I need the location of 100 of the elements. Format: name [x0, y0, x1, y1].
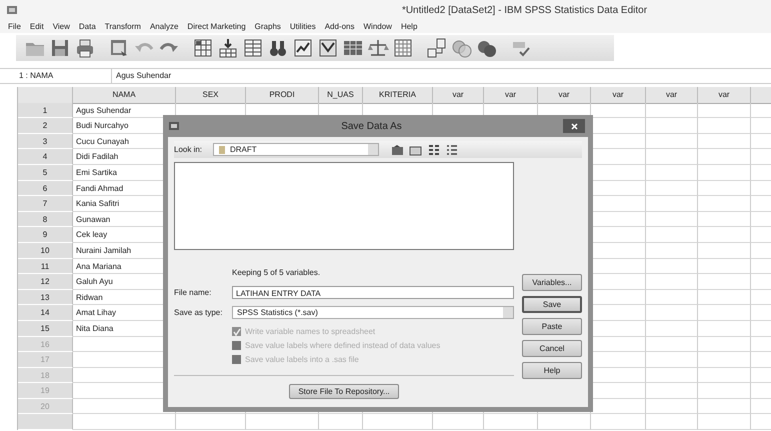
table-cell[interactable] — [698, 180, 751, 196]
table-cell[interactable] — [646, 149, 698, 165]
table-cell[interactable] — [646, 102, 698, 118]
dialog-button[interactable]: Variables... — [522, 274, 582, 291]
table-cell[interactable] — [698, 352, 751, 368]
column-header[interactable]: N_UAS — [319, 87, 363, 104]
table-cell[interactable] — [646, 242, 698, 259]
table-cell[interactable] — [646, 258, 698, 274]
row-number[interactable]: 8 — [18, 212, 73, 228]
table-cell[interactable] — [646, 336, 698, 352]
menu-item[interactable]: Graphs — [254, 22, 281, 31]
table-cell[interactable] — [698, 242, 751, 259]
grid-chart-icon[interactable] — [292, 37, 314, 59]
save-icon[interactable] — [49, 37, 71, 59]
menu-item[interactable]: Add-ons — [324, 22, 354, 31]
list-view-icon[interactable] — [426, 142, 441, 156]
menu-item[interactable]: Transform — [104, 22, 141, 31]
table-cell[interactable] — [698, 227, 751, 243]
column-header[interactable]: var — [698, 87, 751, 104]
table-cell[interactable] — [246, 414, 319, 430]
table-cell[interactable] — [698, 320, 751, 336]
store-button[interactable]: Store File To Repository... — [289, 384, 399, 399]
table-cell[interactable] — [646, 290, 698, 306]
column-header[interactable]: SEX — [176, 87, 246, 104]
table-cell[interactable] — [698, 383, 751, 399]
menu-item[interactable]: View — [52, 22, 70, 31]
row-number[interactable]: 13 — [18, 290, 73, 306]
column-header[interactable]: KRITERIA — [363, 87, 433, 104]
table-cell[interactable] — [698, 336, 751, 352]
table-cell[interactable] — [698, 414, 751, 430]
corner-cell[interactable] — [18, 87, 73, 104]
table-cell[interactable] — [176, 414, 246, 430]
file-list[interactable] — [174, 162, 514, 250]
row-number[interactable]: 7 — [18, 196, 73, 212]
row-number[interactable]: 4 — [18, 149, 73, 165]
table-cell[interactable] — [698, 305, 751, 321]
row-number[interactable]: 6 — [18, 180, 73, 196]
table-cell[interactable] — [646, 212, 698, 228]
table-cell[interactable] — [646, 164, 698, 181]
grid-icon[interactable] — [392, 37, 414, 59]
table-cell[interactable] — [484, 414, 538, 430]
table-cell[interactable] — [646, 196, 698, 212]
table-cell[interactable] — [538, 414, 591, 430]
table-cell[interactable] — [646, 134, 698, 150]
close-button[interactable] — [563, 119, 585, 133]
columns-icon[interactable] — [242, 37, 264, 59]
column-header[interactable]: var — [538, 87, 591, 104]
row-number[interactable]: 2 — [18, 118, 73, 134]
table-cell[interactable] — [698, 212, 751, 228]
table-cell[interactable] — [698, 290, 751, 306]
menu-item[interactable]: File — [8, 22, 21, 31]
table-cell[interactable] — [646, 180, 698, 196]
row-number[interactable]: 9 — [18, 227, 73, 243]
up-folder-icon[interactable] — [390, 142, 405, 156]
column-header[interactable]: PRODI — [246, 87, 319, 104]
table-cell[interactable] — [698, 368, 751, 384]
row-number[interactable]: 3 — [18, 134, 73, 150]
menu-item[interactable]: Direct Marketing — [187, 22, 246, 31]
scale-icon[interactable] — [367, 37, 389, 59]
table-cell[interactable] — [363, 414, 433, 430]
menu-item[interactable]: Help — [400, 22, 418, 31]
details-view-icon[interactable] — [444, 142, 459, 156]
column-header[interactable]: var — [591, 87, 646, 104]
row-number[interactable]: 1 — [18, 102, 73, 118]
table-cell[interactable] — [591, 414, 646, 430]
menu-item[interactable]: Utilities — [290, 22, 316, 31]
table-cell[interactable] — [698, 118, 751, 134]
table-cell[interactable] — [698, 196, 751, 212]
table-cell[interactable] — [698, 258, 751, 274]
table-cell[interactable] — [646, 368, 698, 384]
table-cell[interactable] — [698, 164, 751, 181]
column-header[interactable]: var — [484, 87, 538, 104]
table-cell[interactable] — [698, 274, 751, 290]
row-number[interactable]: 14 — [18, 305, 73, 321]
row-number[interactable]: 12 — [18, 274, 73, 290]
table-cell[interactable] — [646, 398, 698, 414]
column-header[interactable]: var — [433, 87, 484, 104]
dialog-button[interactable]: Paste — [522, 318, 582, 335]
row-number[interactable]: 11 — [18, 258, 73, 274]
table-cell[interactable] — [646, 320, 698, 336]
menu-item[interactable]: Edit — [30, 22, 44, 31]
column-header[interactable]: var — [646, 87, 698, 104]
table-icon[interactable] — [192, 37, 214, 59]
table-cell[interactable] — [698, 149, 751, 165]
table-cell[interactable] — [646, 274, 698, 290]
dialog-button[interactable]: Cancel — [522, 340, 582, 357]
insert-row-icon[interactable] — [217, 37, 239, 59]
look-in-dropdown[interactable]: DRAFT — [213, 143, 379, 156]
column-header[interactable]: NAMA — [73, 87, 176, 104]
menu-item[interactable]: Analyze — [150, 22, 178, 31]
menu-item[interactable]: Window — [363, 22, 392, 31]
print-icon[interactable] — [74, 37, 96, 59]
table-cell[interactable] — [698, 134, 751, 150]
file-name-field[interactable]: LATIHAN ENTRY DATA — [232, 286, 514, 298]
table-cell[interactable] — [698, 398, 751, 414]
menu-item[interactable]: Data — [78, 22, 96, 31]
row-number[interactable] — [18, 414, 73, 430]
value-labels-icon[interactable] — [426, 37, 448, 59]
save-type-dropdown[interactable]: SPSS Statistics (*.sav) — [232, 306, 514, 318]
table-cell[interactable] — [319, 414, 363, 430]
